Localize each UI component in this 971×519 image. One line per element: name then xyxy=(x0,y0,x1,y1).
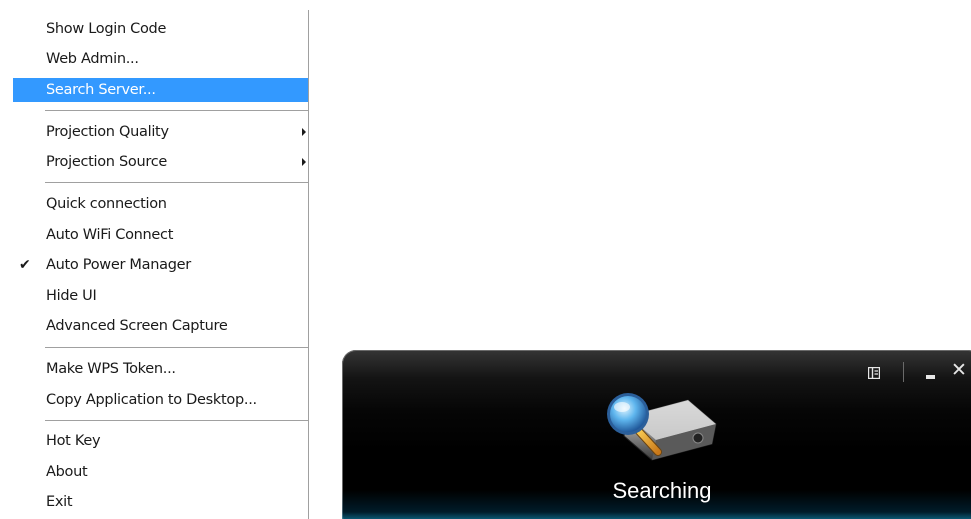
menu-item-auto-wifi-connect[interactable]: Auto WiFi Connect xyxy=(13,223,308,247)
menu-separator xyxy=(45,182,308,183)
menu-item-label: Projection Quality xyxy=(46,124,169,140)
menu-item-hide-ui[interactable]: Hide UI xyxy=(13,284,308,308)
menu-item-about[interactable]: About xyxy=(13,460,308,484)
menu-item-exit[interactable]: Exit xyxy=(13,490,308,514)
menu-item-quick-connection[interactable]: Quick connection xyxy=(13,192,308,216)
menu-item-label: Projection Source xyxy=(46,154,168,170)
menu-item-projection-quality[interactable]: Projection Quality xyxy=(13,120,308,144)
menu-separator xyxy=(45,110,308,111)
submenu-arrow-icon xyxy=(302,158,306,166)
status-text: Searching xyxy=(612,478,712,503)
menu-item-copy-to-desktop[interactable]: Copy Application to Desktop... xyxy=(13,388,308,412)
menu-item-projection-source[interactable]: Projection Source xyxy=(13,150,308,174)
close-icon[interactable]: ✕ xyxy=(951,361,967,380)
submenu-arrow-icon xyxy=(302,128,306,136)
menu-item-label: Web Admin... xyxy=(46,51,139,67)
panel-toggle-icon[interactable] xyxy=(868,367,880,379)
menu-item-label: Show Login Code xyxy=(46,21,167,37)
menu-item-web-admin[interactable]: Web Admin... xyxy=(13,47,308,71)
minimize-icon[interactable] xyxy=(926,375,935,379)
menu-item-label: Hot Key xyxy=(46,433,101,449)
menu-separator xyxy=(45,347,308,348)
menu-item-label: Auto Power Manager xyxy=(46,257,191,273)
menu-item-label: About xyxy=(46,464,88,480)
menu-item-search-server[interactable]: Search Server... xyxy=(13,78,308,102)
context-menu: Show Login Code Web Admin... Search Serv… xyxy=(10,10,309,519)
projector-search-icon xyxy=(607,393,717,461)
menu-item-label: Search Server... xyxy=(46,82,156,98)
menu-item-label: Advanced Screen Capture xyxy=(46,318,228,334)
menu-item-make-wps-token[interactable]: Make WPS Token... xyxy=(13,357,308,381)
menu-item-label: Copy Application to Desktop... xyxy=(46,392,257,408)
menu-item-label: Make WPS Token... xyxy=(46,361,176,377)
menu-item-advanced-screen-capture[interactable]: Advanced Screen Capture xyxy=(13,314,308,338)
menu-item-label: Hide UI xyxy=(46,288,97,304)
menu-item-label: Quick connection xyxy=(46,196,167,212)
menu-item-hot-key[interactable]: Hot Key xyxy=(13,429,308,453)
menu-item-show-login-code[interactable]: Show Login Code xyxy=(13,17,308,41)
control-divider xyxy=(903,362,904,382)
menu-item-label: Exit xyxy=(46,494,73,510)
check-icon: ✔ xyxy=(19,257,31,273)
screen: Show Login Code Web Admin... Search Serv… xyxy=(0,0,971,519)
menu-separator xyxy=(45,420,308,421)
menu-item-auto-power-manager[interactable]: ✔ Auto Power Manager xyxy=(13,253,308,277)
projector-widget: ✕ Searching xyxy=(342,350,971,519)
menu-item-label: Auto WiFi Connect xyxy=(46,227,174,243)
